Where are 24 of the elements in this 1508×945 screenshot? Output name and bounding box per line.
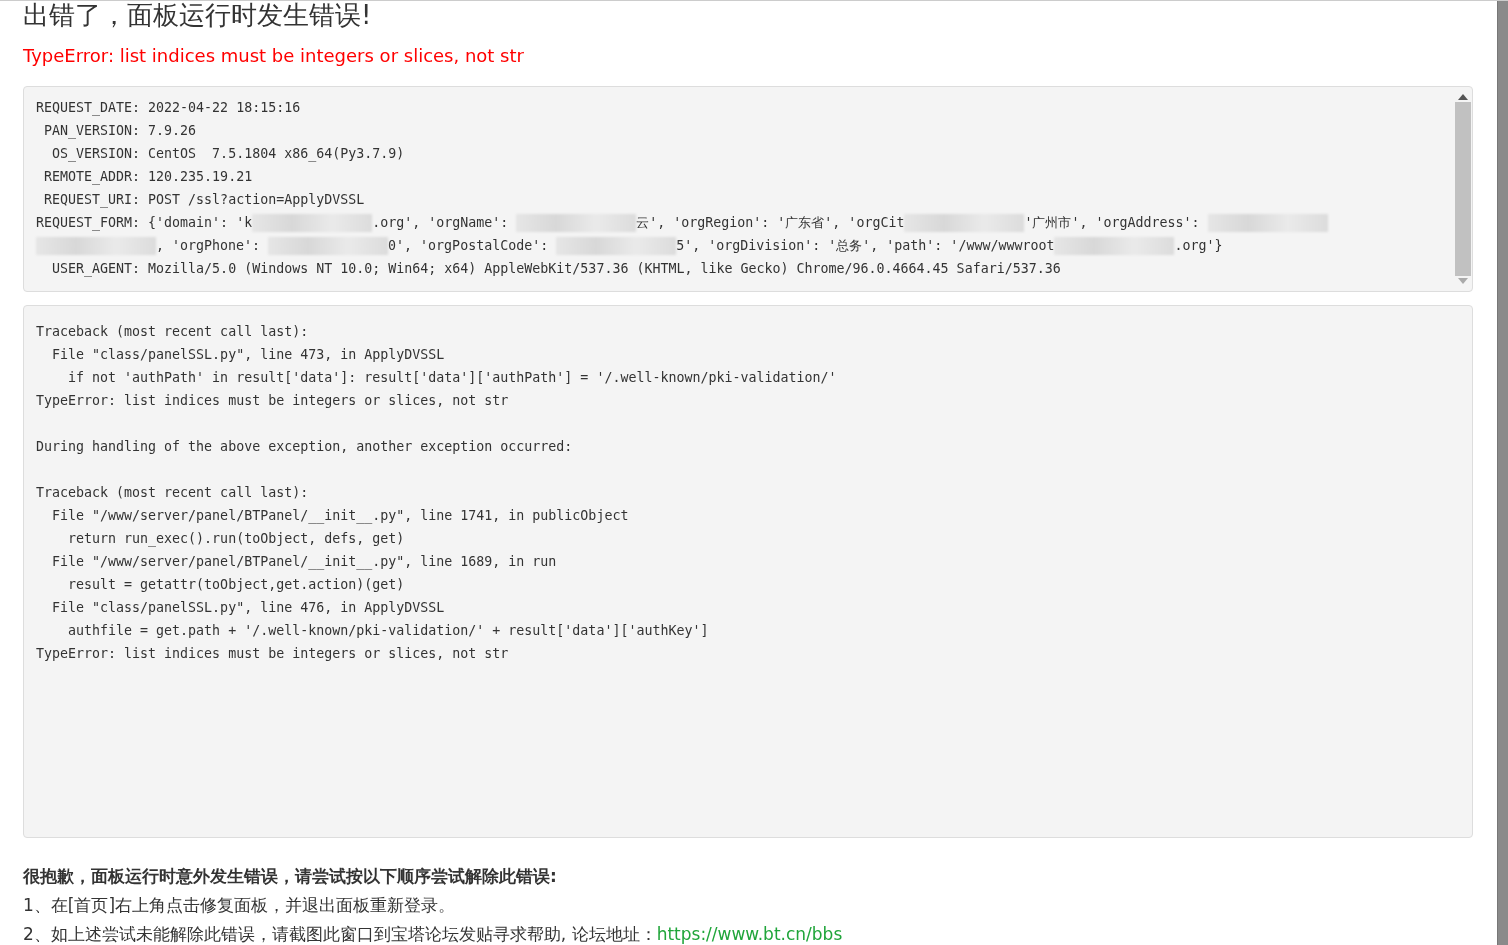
scroll-up-icon[interactable] [1458,94,1468,100]
request-info-line: USER_AGENT: Mozilla/5.0 (Windows NT 10.0; Win64; x64) AppleWebKit/537.36 (KHTML, like Gecko) Chrome/96.0.4664.45 Safari/537.36 [51,260,1062,279]
request-form-text: REQUEST_FORM: {'domain': 'k [36,215,253,230]
help-step: 1、在[首页]右上角点击修复面板，并退出面板重新登录。 [23,891,1473,920]
page-title: 出错了，面板运行时发生错误! [23,1,373,29]
scroll-down-icon[interactable] [1458,278,1468,284]
request-form-text: 5', 'orgDivision': '总务', 'path': '/www/wwwroot [676,238,1055,253]
traceback-text: Traceback (most recent call last): File "class/panelSSL.py", line 473, in ApplyDVSSL if not 'authPath' in result['data']: result['data']['authPath'] = '/.well-known/pki-validation/' TypeError: list indices must be integers or slices, not str During handling of the above exception, another exception occurred: Traceback (most recent call last): File "/www/server/panel/BTPanel/__init__.py", line 1741, in publicObject return run_exec().run(toObject, defs, get) File "/www/server/panel/BTPanel/__init__.py", line 1689, in run result = getattr(toObject,get.action)(get) File "class/panelSSL.py", line 476, in ApplyDVSSL authfile = get.path + '/.well-known/pki-validation/' + result['data']['authKey'] TypeError: list indices must be integers or slices, not str [36,323,838,663]
help-step: 2、如上述尝试未能解除此错误，请截图此窗口到宝塔论坛发贴寻求帮助, 论坛地址：https://www.bt.cn/bbs [23,920,1473,945]
request-info-line: REQUEST_DATE: 2022-04-22 18:15:16 [36,99,302,118]
forum-link[interactable]: https://www.bt.cn/bbs [656,924,843,944]
request-form-text: 云', 'orgRegion': '广东省', 'orgCit [636,215,905,230]
request-form-text: '广州市', 'orgAddress': [1024,215,1201,230]
error-message: TypeError: list indices must be integers or slices, not str [23,44,525,68]
request-info-line: PAN_VERSION: 7.9.26 [43,122,198,141]
request-form-text: , 'orgPhone': [156,238,262,253]
request-info-line: REMOTE_ADDR: 120.235.19.21 [43,168,254,187]
request-form-text: .org'} [1174,238,1223,253]
scrollbar-thumb[interactable] [1455,102,1471,276]
request-info-line: REQUEST_URI: POST /ssl?action=ApplyDVSSL [43,191,366,210]
request-info-line: OS_VERSION: CentOS 7.5.1804 x86_64(Py3.7.9) [51,145,406,164]
request-form-text: .org', 'orgName': [372,215,510,230]
help-heading: 很抱歉，面板运行时意外发生错误，请尝试按以下顺序尝试解除此错误: [23,865,558,888]
request-form-text: 0', 'orgPostalCode': [388,238,550,253]
